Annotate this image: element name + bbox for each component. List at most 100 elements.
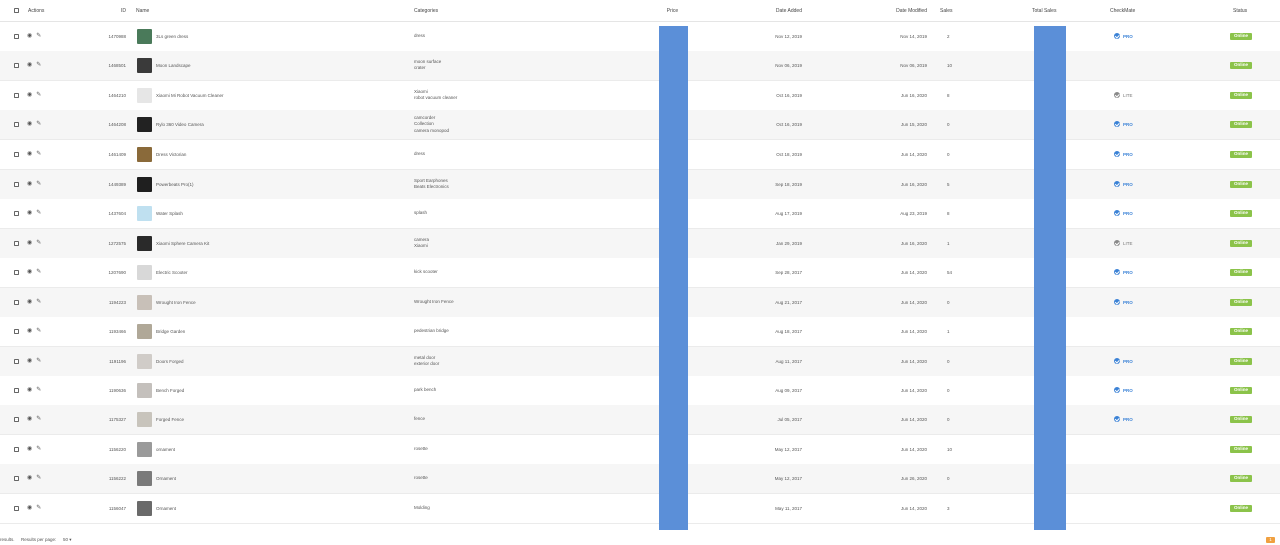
- table-row[interactable]: ◉ ✎ 1156220 ornament rosette May 12, 201…: [0, 435, 1280, 465]
- row-select-cell[interactable]: [14, 51, 19, 80]
- table-row[interactable]: ◉ ✎ 1468501 Moon Landscape moon surface c…: [0, 51, 1280, 81]
- table-row[interactable]: ◉ ✎ 1193466 Bridge Garden pedestrian bri…: [0, 317, 1280, 347]
- row-select-cell[interactable]: [14, 435, 19, 464]
- table-row[interactable]: ◉ ✎ 1194223 Wrought Iron Fence Wrought I…: [0, 288, 1280, 318]
- edit-icon[interactable]: ✎: [36, 240, 41, 246]
- row-select-cell[interactable]: [14, 81, 19, 110]
- row-select-cell[interactable]: [14, 317, 19, 346]
- table-row[interactable]: ◉ ✎ 1437604 Water Splash splash Aug 17, …: [0, 199, 1280, 229]
- header-checkmate[interactable]: CheckMate: [1110, 0, 1135, 22]
- view-icon[interactable]: ◉: [27, 475, 32, 481]
- row-checkbox[interactable]: [14, 387, 19, 393]
- edit-icon[interactable]: ✎: [36, 33, 41, 39]
- table-row[interactable]: ◉ ✎ 1464208 Rylo 360 Video Camera camcor…: [0, 110, 1280, 140]
- row-checkbox[interactable]: [14, 328, 19, 334]
- product-name[interactable]: Powerbeats Pro(1): [156, 182, 194, 187]
- view-icon[interactable]: ◉: [27, 210, 32, 216]
- edit-icon[interactable]: ✎: [36, 181, 41, 187]
- row-select-cell[interactable]: [14, 229, 19, 258]
- view-icon[interactable]: ◉: [27, 269, 32, 275]
- product-name[interactable]: Xiaomi Mi Robot Vacuum Cleaner: [156, 93, 223, 98]
- row-name-cell[interactable]: Powerbeats Pro(1): [137, 170, 194, 199]
- product-name[interactable]: Moon Landscape: [156, 63, 191, 68]
- view-icon[interactable]: ◉: [27, 181, 32, 187]
- edit-icon[interactable]: ✎: [36, 446, 41, 452]
- table-row[interactable]: ◉ ✎ 1464210 Xiaomi Mi Robot Vacuum Clean…: [0, 81, 1280, 111]
- row-select-cell[interactable]: [14, 288, 19, 317]
- row-name-cell[interactable]: Doors Forged: [137, 347, 184, 376]
- product-name[interactable]: ornament: [156, 447, 175, 452]
- view-icon[interactable]: ◉: [27, 33, 32, 39]
- edit-icon[interactable]: ✎: [36, 92, 41, 98]
- edit-icon[interactable]: ✎: [36, 358, 41, 364]
- row-checkbox[interactable]: [14, 446, 19, 452]
- header-id[interactable]: ID: [100, 0, 126, 22]
- row-name-cell[interactable]: Moon Landscape: [137, 51, 191, 80]
- pagination-current-page[interactable]: 1: [1266, 537, 1275, 543]
- row-checkbox[interactable]: [14, 151, 19, 157]
- row-name-cell[interactable]: Electric Scooter: [137, 258, 188, 287]
- table-row[interactable]: ◉ ✎ 1191196 Doors Forged metal door exter…: [0, 347, 1280, 377]
- row-checkbox[interactable]: [14, 299, 19, 305]
- view-icon[interactable]: ◉: [27, 62, 32, 68]
- header-date-added[interactable]: Date Added: [760, 0, 802, 22]
- table-row[interactable]: ◉ ✎ 1156047 Ornament Molding May 11, 201…: [0, 494, 1280, 524]
- row-checkbox[interactable]: [14, 358, 19, 364]
- table-row[interactable]: ◉ ✎ 1175327 Forged Fence fence Jul 05, 2…: [0, 405, 1280, 435]
- row-name-cell[interactable]: Ornament: [137, 464, 176, 493]
- table-row[interactable]: ◉ ✎ 1156222 Ornament rosette May 12, 201…: [0, 464, 1280, 494]
- edit-icon[interactable]: ✎: [36, 505, 41, 511]
- row-select-cell[interactable]: [14, 464, 19, 493]
- product-name[interactable]: 3Ls green dress: [156, 34, 188, 39]
- row-name-cell[interactable]: Bridge Garden: [137, 317, 185, 346]
- edit-icon[interactable]: ✎: [36, 299, 41, 305]
- header-date-modified[interactable]: Date Modified: [880, 0, 927, 22]
- row-name-cell[interactable]: Xiaomi Sphere Camera Kit: [137, 229, 209, 258]
- row-select-cell[interactable]: [14, 199, 19, 228]
- product-name[interactable]: Doors Forged: [156, 359, 184, 364]
- view-icon[interactable]: ◉: [27, 416, 32, 422]
- header-total-sales[interactable]: Total Sales: [1032, 0, 1056, 22]
- header-categories[interactable]: Categories: [414, 0, 438, 22]
- product-name[interactable]: Bench Forged: [156, 388, 184, 393]
- row-select-cell[interactable]: [14, 376, 19, 405]
- view-icon[interactable]: ◉: [27, 446, 32, 452]
- row-checkbox[interactable]: [14, 505, 19, 511]
- row-checkbox[interactable]: [14, 210, 19, 216]
- select-all-checkbox[interactable]: [14, 8, 19, 13]
- edit-icon[interactable]: ✎: [36, 210, 41, 216]
- table-row[interactable]: ◉ ✎ 1190636 Bench Forged park bench Aug …: [0, 376, 1280, 406]
- view-icon[interactable]: ◉: [27, 358, 32, 364]
- view-icon[interactable]: ◉: [27, 328, 32, 334]
- table-row[interactable]: ◉ ✎ 1207690 Electric Scooter kick scoote…: [0, 258, 1280, 288]
- product-name[interactable]: Ornament: [156, 506, 176, 511]
- select-all-cell[interactable]: [14, 0, 19, 22]
- row-checkbox[interactable]: [14, 62, 19, 68]
- table-row[interactable]: ◉ ✎ 1449389 Powerbeats Pro(1) Sport Earp…: [0, 170, 1280, 200]
- table-row[interactable]: ◉ ✎ 1461409 Dress Victorian dress Oct 18…: [0, 140, 1280, 170]
- row-name-cell[interactable]: Wrought Iron Fence: [137, 288, 196, 317]
- row-checkbox[interactable]: [14, 121, 19, 127]
- row-name-cell[interactable]: Ornament: [137, 494, 176, 523]
- row-name-cell[interactable]: Water Splash: [137, 199, 183, 228]
- row-name-cell[interactable]: Dress Victorian: [137, 140, 186, 169]
- edit-icon[interactable]: ✎: [36, 387, 41, 393]
- edit-icon[interactable]: ✎: [36, 121, 41, 127]
- product-name[interactable]: Dress Victorian: [156, 152, 186, 157]
- row-select-cell[interactable]: [14, 405, 19, 434]
- view-icon[interactable]: ◉: [27, 92, 32, 98]
- row-select-cell[interactable]: [14, 494, 19, 523]
- product-name[interactable]: Wrought Iron Fence: [156, 300, 196, 305]
- header-price[interactable]: Price: [650, 0, 695, 22]
- row-checkbox[interactable]: [14, 240, 19, 246]
- row-select-cell[interactable]: [14, 110, 19, 139]
- edit-icon[interactable]: ✎: [36, 62, 41, 68]
- row-checkbox[interactable]: [14, 181, 19, 187]
- table-row[interactable]: ◉ ✎ 1272575 Xiaomi Sphere Camera Kit cam…: [0, 229, 1280, 259]
- edit-icon[interactable]: ✎: [36, 269, 41, 275]
- row-name-cell[interactable]: Forged Fence: [137, 405, 184, 434]
- header-status[interactable]: Status: [1233, 0, 1247, 22]
- row-checkbox[interactable]: [14, 33, 19, 39]
- view-icon[interactable]: ◉: [27, 240, 32, 246]
- row-checkbox[interactable]: [14, 269, 19, 275]
